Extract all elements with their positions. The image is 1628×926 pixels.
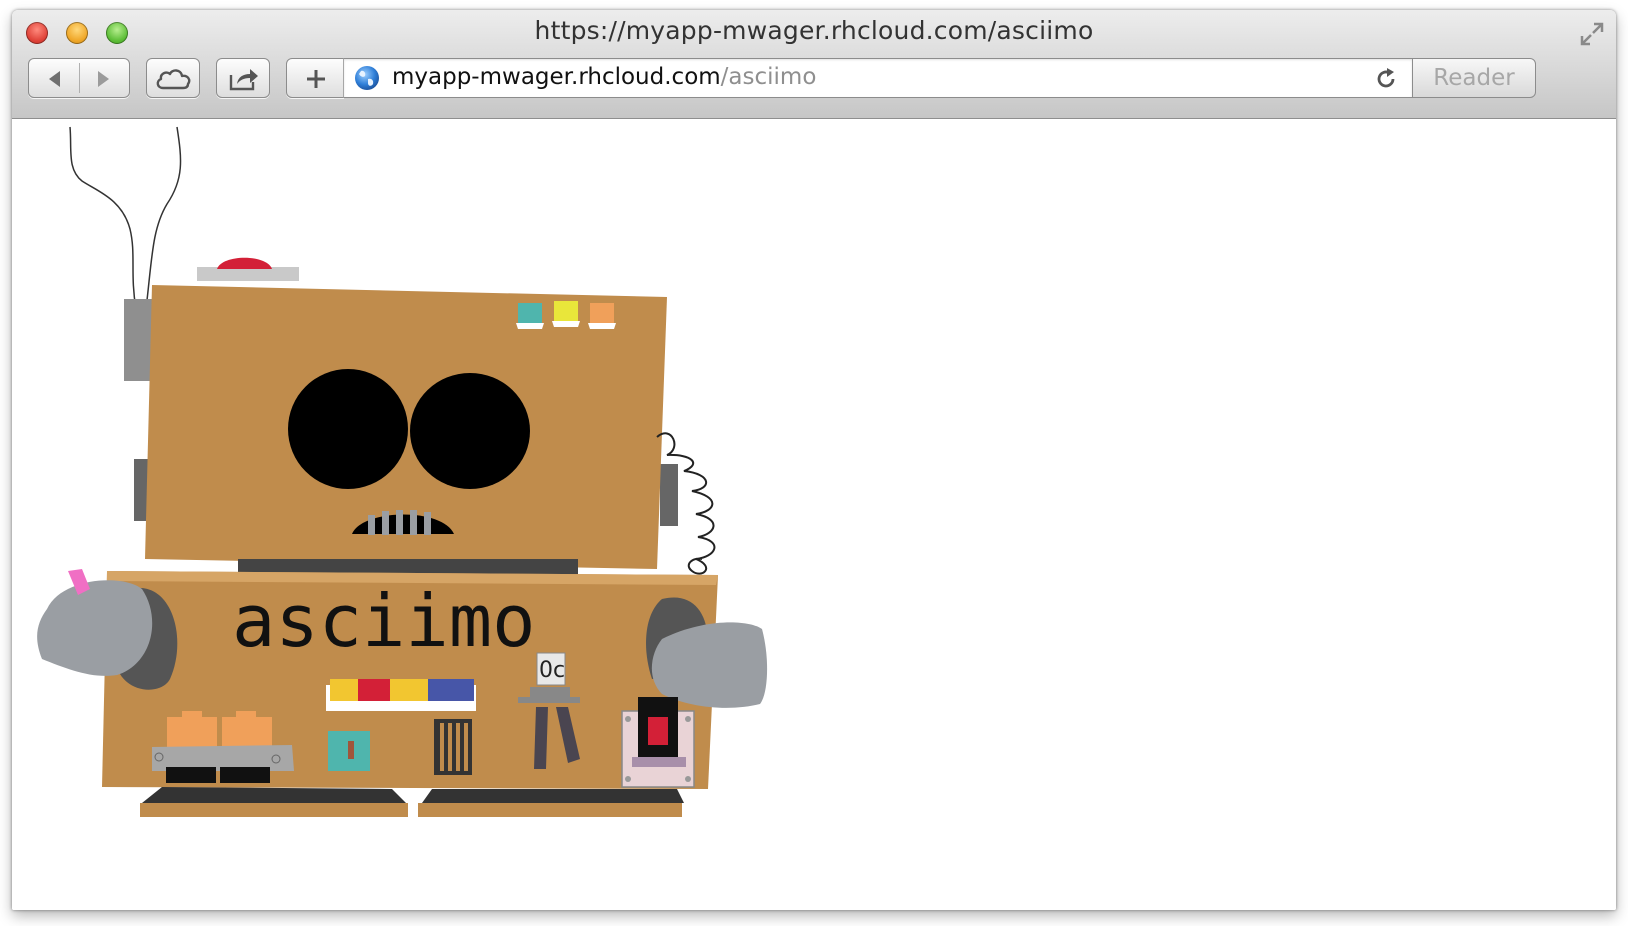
fullscreen-icon[interactable]: [1578, 20, 1606, 48]
share-button[interactable]: [216, 58, 270, 98]
head-ear-right: [660, 464, 678, 526]
cloud-icon: [156, 69, 191, 90]
left-arm: [37, 580, 153, 676]
battery-left: [167, 717, 217, 749]
left-tread: [142, 787, 406, 803]
reader-button[interactable]: Reader: [1412, 58, 1536, 98]
plus-icon: [307, 70, 325, 88]
back-arrow-icon[interactable]: [45, 69, 65, 89]
head-top-plate: [197, 267, 299, 281]
battery-right: [222, 717, 272, 749]
icloud-tabs-button[interactable]: [146, 58, 200, 98]
url-path: /asciimo: [720, 64, 817, 90]
right-eye: [410, 373, 530, 489]
reload-icon[interactable]: [1374, 67, 1398, 91]
robot-name-text: asciimo: [232, 579, 535, 663]
left-foot: [140, 803, 408, 817]
antenna-wire-left: [69, 126, 137, 310]
address-bar[interactable]: myapp-mwager.rhcloud.com/asciimo: [343, 58, 1413, 98]
new-tab-button[interactable]: [286, 58, 344, 98]
window-title: https://myapp-mwager.rhcloud.com/asciimo: [534, 16, 1094, 45]
share-icon: [229, 69, 258, 91]
right-tread: [422, 789, 684, 803]
url-domain: myapp-mwager.rhcloud.com: [392, 64, 721, 90]
globe-icon: [355, 66, 379, 90]
forward-arrow-icon[interactable]: [93, 69, 113, 89]
red-dome-button: [217, 257, 272, 269]
red-switch: [648, 717, 668, 745]
asciimo-robot-illustration: asciimo 0c: [37, 126, 768, 817]
browser-chrome: https://myapp-mwager.rhcloud.com/asciimo: [12, 10, 1616, 119]
antenna-wire-right: [145, 126, 182, 310]
browser-window: https://myapp-mwager.rhcloud.com/asciimo: [12, 10, 1616, 910]
gauge-leg-left: [534, 707, 548, 769]
gauge-label: 0c: [539, 658, 565, 683]
nav-divider: [79, 63, 80, 93]
left-eye: [288, 369, 408, 489]
page-content: asciimo 0c: [12, 119, 1616, 910]
right-foot: [418, 803, 682, 817]
url-text: myapp-mwager.rhcloud.com/asciimo: [392, 64, 816, 90]
back-forward-group: [28, 58, 130, 98]
